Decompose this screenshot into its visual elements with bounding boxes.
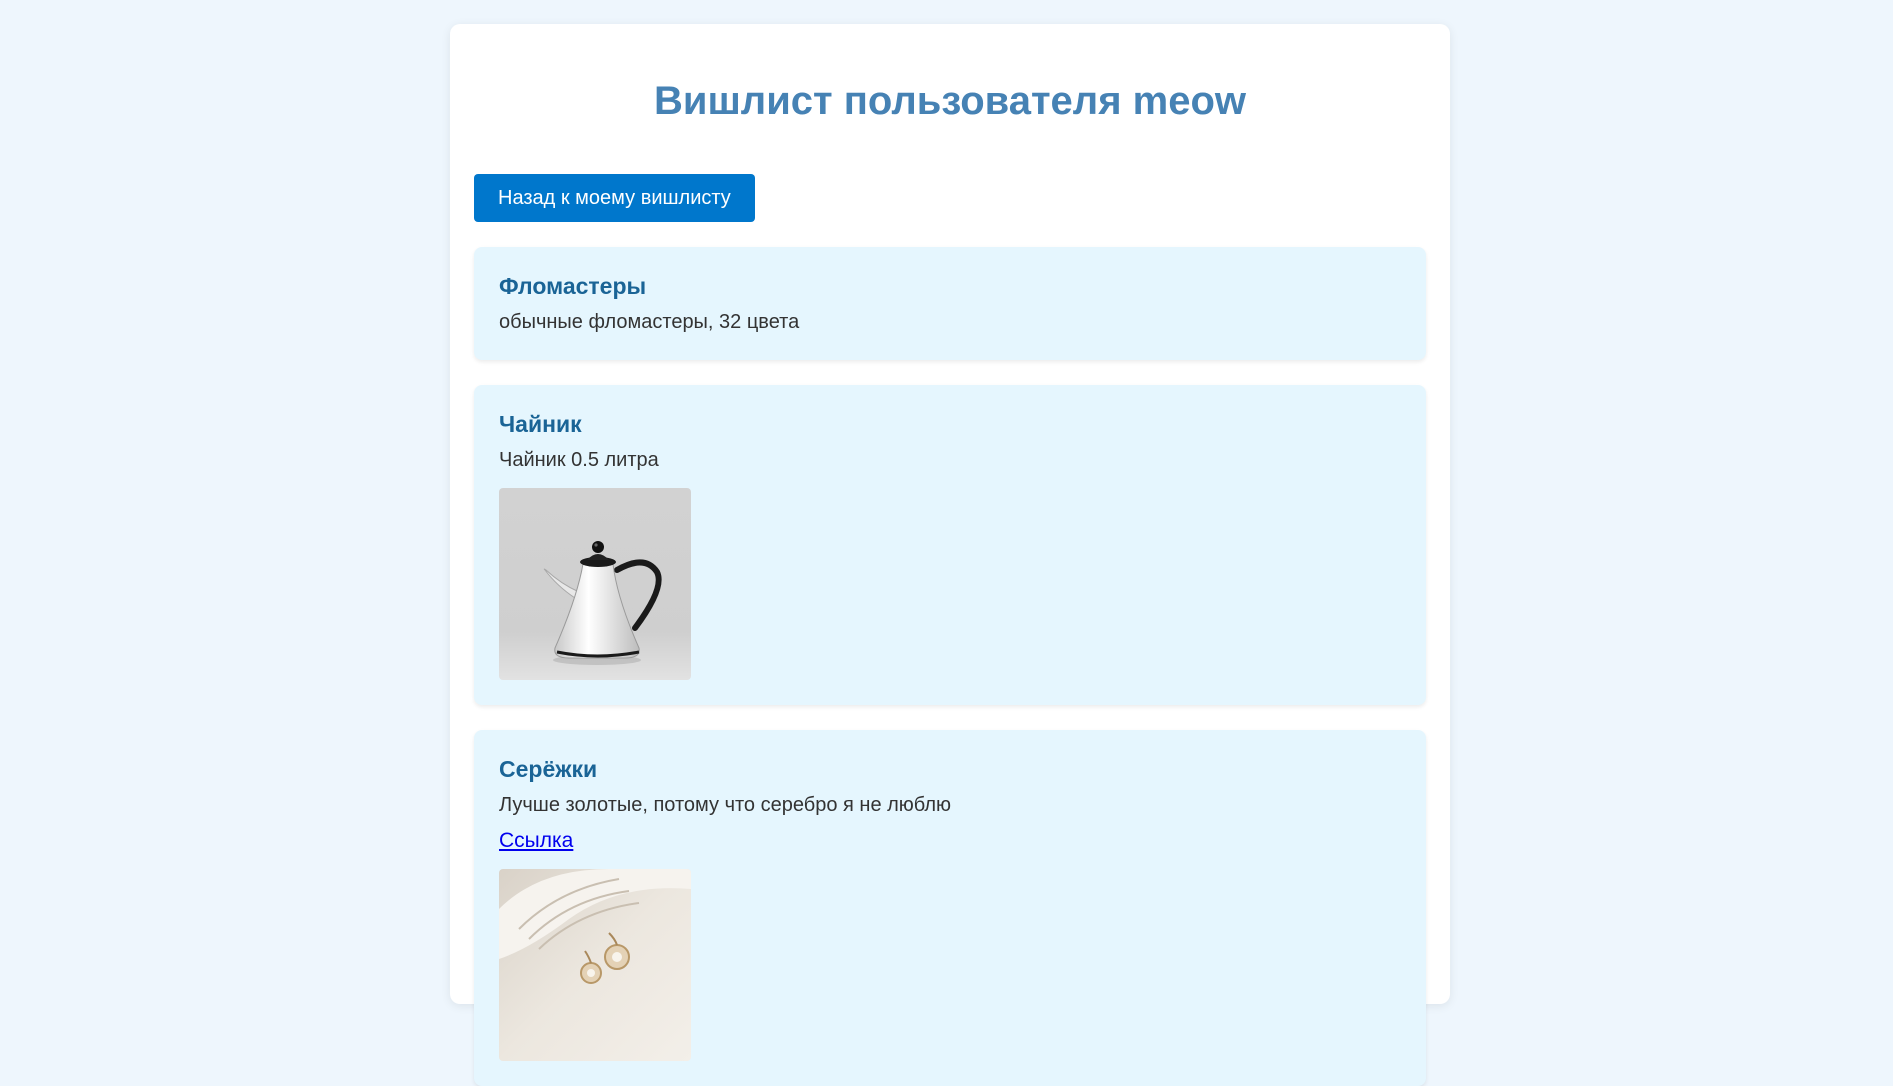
item-description: обычные фломастеры, 32 цвета xyxy=(499,311,800,333)
wishlist-container: Вишлист пользователя meow Назад к моему … xyxy=(450,24,1450,1086)
wishlist-item: Фломастеры обычные фломастеры, 32 цвета xyxy=(474,247,1426,360)
earrings-image xyxy=(499,869,691,1061)
wishlist-item: Чайник Чайник 0.5 литра xyxy=(474,385,1426,705)
item-title: Чайник xyxy=(499,411,582,437)
wishlist-item: Серёжки Лучше золотые, потому что серебр… xyxy=(474,730,1426,1086)
item-link[interactable]: Ссылка xyxy=(499,828,573,854)
item-description: Лучше золотые, потому что серебро я не л… xyxy=(499,794,952,816)
item-title: Фломастеры xyxy=(499,273,647,299)
page-title: Вишлист пользователя meow xyxy=(653,79,1247,123)
teapot-image xyxy=(499,488,691,680)
back-to-my-wishlist-button[interactable]: Назад к моему вишлисту xyxy=(474,174,755,222)
teapot-picture xyxy=(499,488,691,680)
item-description: Чайник 0.5 литра xyxy=(499,449,659,471)
earrings-picture xyxy=(499,869,691,1061)
item-title: Серёжки xyxy=(499,756,598,782)
